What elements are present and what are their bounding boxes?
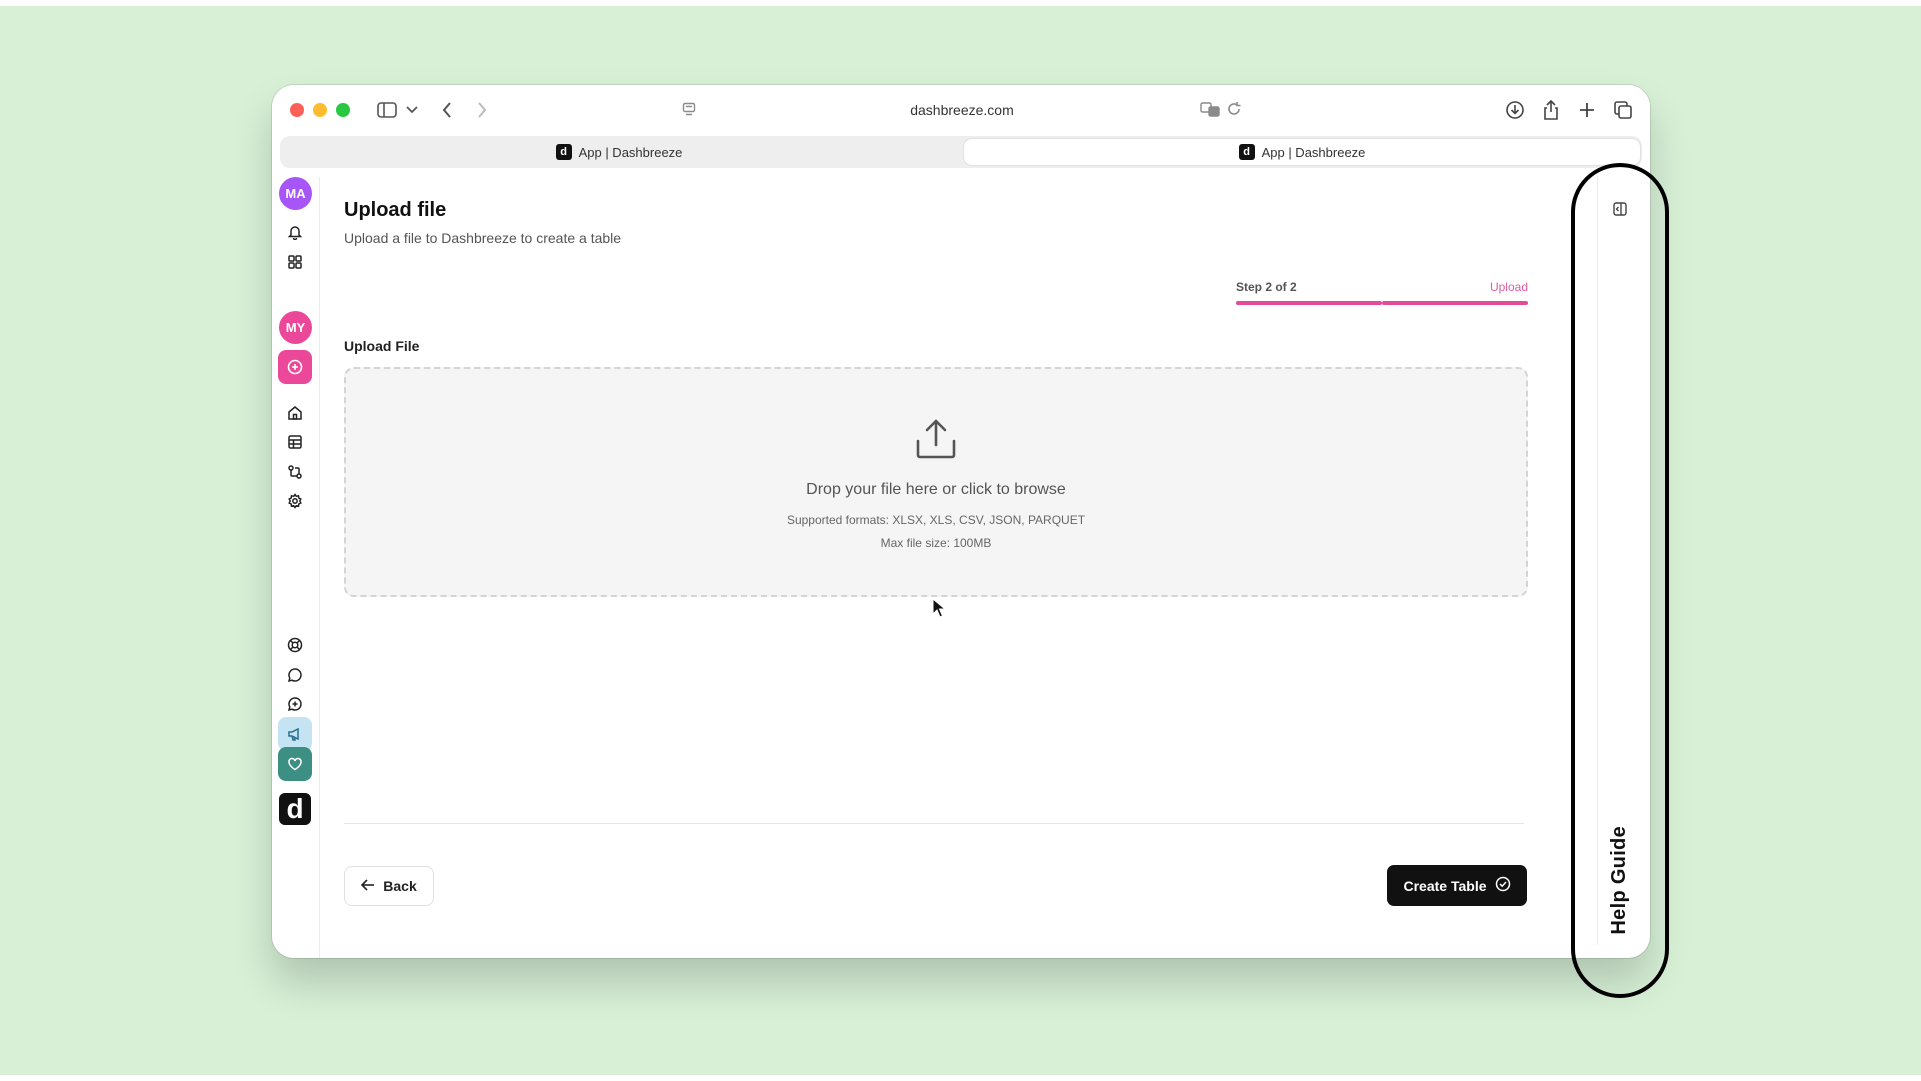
tab-app-dashbreeze-2[interactable]: d App | Dashbreeze [964,139,1640,165]
mouse-cursor-icon [932,597,947,623]
download-icon[interactable] [1502,97,1528,123]
reload-icon[interactable] [1226,101,1242,120]
url-text: dashbreeze.com [910,102,1014,118]
create-table-button-label: Create Table [1403,877,1487,894]
back-button[interactable]: Back [344,866,434,906]
tab-title: App | Dashbreeze [578,144,683,160]
workspace-avatar[interactable]: MY [279,311,312,344]
check-circle-icon [1495,876,1511,895]
dashbreeze-favicon-icon: d [1238,144,1255,160]
new-tab-icon[interactable] [1574,97,1600,123]
address-bar[interactable]: dashbreeze.com [682,96,1242,124]
gear-icon[interactable] [278,484,312,518]
dropzone-title: Drop your file here or click to browse [806,481,1066,498]
supported-formats-text: Supported formats: XLSX, XLS, CSV, JSON,… [786,513,1086,527]
upload-file-label: Upload File [344,338,420,354]
footer-divider [344,823,1524,824]
megaphone-announcements-icon[interactable] [278,717,312,751]
file-dropzone[interactable]: Drop your file here or click to browse S… [344,367,1528,597]
app-sidebar: MA MY d [272,177,320,958]
translate-icon[interactable] [1200,101,1220,120]
tab-app-dashbreeze-1[interactable]: d App | Dashbreeze [280,139,958,165]
browser-window: dashbreeze.com d App | Dashbreeze d App … [272,85,1650,958]
zoom-window-button[interactable] [336,103,350,117]
tab-overview-icon[interactable] [1610,97,1636,123]
sidebar-toggle-icon[interactable] [374,97,400,123]
step-progress-segment-1 [1236,301,1382,305]
dashbreeze-logo[interactable]: d [279,793,311,825]
user-avatar[interactable]: MA [279,177,312,210]
arrow-left-icon [361,878,375,894]
collapse-panel-icon[interactable] [1608,197,1632,221]
max-file-size-text: Max file size: 100MB [880,536,992,550]
back-arrow-icon[interactable] [434,97,460,123]
upload-icon [914,417,958,466]
back-button-label: Back [383,878,417,894]
step-name: Upload [1489,280,1528,294]
create-table-button[interactable]: Create Table [1387,865,1527,906]
help-guide-panel: Help Guide [1597,175,1643,945]
chevron-down-icon[interactable] [399,97,425,123]
table-icon[interactable] [278,425,312,459]
share-icon[interactable] [1538,97,1564,123]
forward-arrow-icon[interactable] [469,97,495,123]
heart-favorites-icon[interactable] [278,747,312,781]
bottom-frame-bar [0,1075,1921,1081]
page-menu-icon[interactable] [682,102,696,119]
tab-title: App | Dashbreeze [1261,144,1366,160]
page-title: Upload file [344,199,447,221]
close-window-button[interactable] [290,103,304,117]
step-progress-segment-2 [1382,301,1528,305]
apps-grid-icon[interactable] [278,245,312,279]
add-comment-icon[interactable] [278,687,312,721]
help-guide-label[interactable]: Help Guide [1608,826,1631,935]
lifebuoy-help-icon[interactable] [278,628,312,662]
dashbreeze-favicon-icon: d [555,144,572,160]
main-content: Upload file Upload a file to Dashbreeze … [332,177,1528,958]
page-subtitle: Upload a file to Dashbreeze to create a … [344,230,622,246]
tab-strip: d App | Dashbreeze d App | Dashbreeze [280,136,1642,168]
browser-toolbar: dashbreeze.com [272,85,1650,136]
top-frame-bar [0,0,1921,6]
bell-icon[interactable] [278,215,312,249]
step-indicator-label: Step 2 of 2 [1236,280,1297,294]
create-new-button[interactable] [278,350,312,384]
minimize-window-button[interactable] [313,103,327,117]
